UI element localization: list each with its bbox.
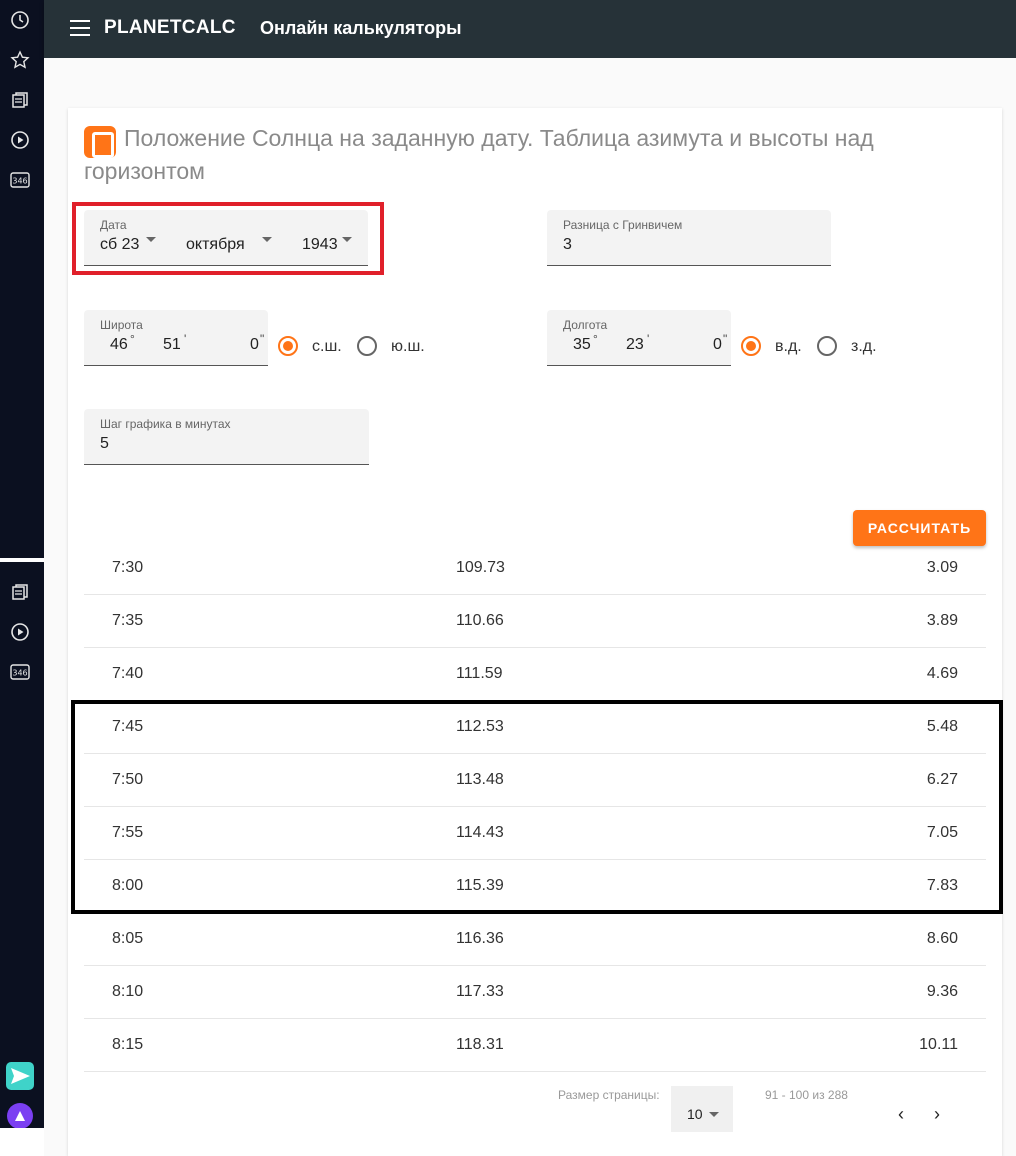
- latitude-field: Широта 46 ° 51 ' 0 ": [84, 310, 268, 366]
- sidebar-gap: [0, 1128, 44, 1156]
- next-page-button[interactable]: ›: [934, 1104, 940, 1125]
- documents-icon[interactable]: [10, 90, 30, 110]
- play-icon[interactable]: [10, 130, 30, 150]
- time-cell: 7:30: [112, 559, 144, 576]
- degree-mark: °: [593, 332, 598, 346]
- longitude-west-radio[interactable]: [817, 336, 837, 356]
- main-content: Положение Солнца на заданную дату. Табли…: [44, 58, 1016, 1156]
- altitude-cell: 9.36: [926, 983, 958, 1000]
- second-mark: ": [723, 332, 728, 346]
- page-size-select[interactable]: 10: [671, 1086, 733, 1132]
- latitude-minutes-input[interactable]: 51: [163, 336, 181, 354]
- altitude-cell: 3.89: [926, 612, 958, 629]
- longitude-west-label[interactable]: з.д.: [851, 338, 877, 356]
- sidebar-top: 346: [0, 0, 44, 558]
- assistant-app-icon[interactable]: [6, 1102, 34, 1130]
- table-row: 8:10 117.33 9.36: [84, 966, 986, 1019]
- latitude-seconds-input[interactable]: 0: [250, 336, 259, 354]
- longitude-field: Долгота 35 ° 23 ' 0 ": [547, 310, 731, 366]
- calculate-button[interactable]: РАССЧИТАТЬ: [853, 510, 986, 546]
- table-row: 8:05 116.36 8.60: [84, 913, 986, 966]
- azimuth-cell: 110.66: [456, 612, 504, 629]
- table-row: 7:35 110.66 3.89: [84, 595, 986, 648]
- latitude-degrees-input[interactable]: 46: [110, 336, 128, 354]
- altitude-cell: 3.09: [926, 559, 958, 576]
- longitude-label: Долгота: [563, 318, 608, 332]
- send-app-icon[interactable]: [6, 1062, 34, 1090]
- altitude-cell: 4.69: [926, 665, 958, 682]
- step-minutes-label: Шаг графика в минутах: [100, 417, 231, 431]
- azimuth-cell: 117.33: [456, 983, 504, 1000]
- latitude-north-radio[interactable]: [278, 336, 298, 356]
- altitude-cell: 8.60: [926, 930, 958, 947]
- table-row: 7:30 109.73 3.09: [84, 542, 986, 595]
- latitude-label: Широта: [100, 318, 143, 332]
- calculator-card: Положение Солнца на заданную дату. Табли…: [68, 108, 1003, 1156]
- top-app-bar: PLANETCALC Онлайн калькуляторы: [44, 0, 1016, 58]
- time-cell: 7:35: [112, 612, 144, 629]
- table-row: 7:40 111.59 4.69: [84, 648, 986, 701]
- step-minutes-value[interactable]: 5: [100, 435, 109, 453]
- sidebar-bottom: 346: [0, 562, 44, 1130]
- documents-icon[interactable]: [10, 582, 30, 602]
- longitude-degrees-input[interactable]: 35: [573, 336, 591, 354]
- time-cell: 7:40: [112, 665, 144, 682]
- date-highlight-box: [72, 202, 384, 275]
- gmt-offset-label: Разница с Гринвичем: [563, 218, 683, 232]
- degree-mark: °: [130, 332, 135, 346]
- page-size-value[interactable]: 10: [687, 1106, 703, 1122]
- longitude-east-radio[interactable]: [741, 336, 761, 356]
- prev-page-button[interactable]: ‹: [898, 1104, 904, 1125]
- site-subtitle[interactable]: Онлайн калькуляторы: [260, 18, 461, 39]
- time-cell: 8:15: [112, 1036, 144, 1053]
- play-icon[interactable]: [10, 622, 30, 642]
- latitude-south-radio[interactable]: [357, 336, 377, 356]
- brand-name[interactable]: PLANETCALC: [104, 17, 236, 39]
- star-icon[interactable]: [10, 50, 30, 70]
- calculator-badge-text: 346: [12, 669, 27, 678]
- azimuth-cell: 116.36: [456, 930, 504, 947]
- calculator-346-icon[interactable]: 346: [10, 170, 30, 190]
- altitude-cell: 10.11: [919, 1036, 958, 1053]
- time-cell: 8:10: [112, 983, 144, 1000]
- azimuth-cell: 111.59: [456, 665, 503, 682]
- chevron-down-icon[interactable]: [709, 1112, 719, 1117]
- page-range: 91 - 100 из 288: [765, 1088, 848, 1102]
- minute-mark: ': [184, 332, 187, 346]
- calculator-346-icon[interactable]: 346: [10, 662, 30, 682]
- azimuth-cell: 109.73: [456, 559, 505, 576]
- longitude-minutes-input[interactable]: 23: [626, 336, 644, 354]
- latitude-north-label[interactable]: с.ш.: [312, 338, 342, 356]
- page-size-label: Размер страницы:: [558, 1088, 660, 1102]
- calculator-badge-text: 346: [12, 177, 27, 186]
- table-row: 8:15 118.31 10.11: [84, 1019, 986, 1072]
- minute-mark: ': [647, 332, 650, 346]
- gmt-offset-field[interactable]: Разница с Гринвичем 3: [547, 210, 831, 266]
- step-minutes-field[interactable]: Шаг графика в минутах 5: [84, 409, 369, 465]
- clock-icon[interactable]: [10, 10, 30, 30]
- rows-highlight-box: [71, 700, 1003, 914]
- latitude-south-label[interactable]: ю.ш.: [391, 338, 425, 356]
- longitude-east-label[interactable]: в.д.: [775, 338, 802, 356]
- hamburger-menu-icon[interactable]: [70, 20, 90, 36]
- second-mark: ": [260, 332, 265, 346]
- time-cell: 8:05: [112, 930, 144, 947]
- gmt-offset-value[interactable]: 3: [563, 236, 572, 254]
- azimuth-cell: 118.31: [456, 1036, 504, 1053]
- page-title: Положение Солнца на заданную дату. Табли…: [84, 125, 874, 184]
- longitude-seconds-input[interactable]: 0: [713, 336, 722, 354]
